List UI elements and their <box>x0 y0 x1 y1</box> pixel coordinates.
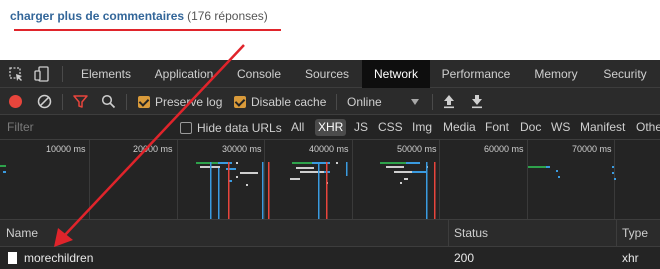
hide-data-urls-checkbox[interactable]: Hide data URLs <box>180 115 282 140</box>
document-icon <box>8 252 17 264</box>
throttling-select[interactable]: Online <box>347 88 425 115</box>
filter-type-media[interactable]: Media <box>443 119 476 136</box>
filter-type-ws[interactable]: WS <box>551 119 570 136</box>
disable-cache-label: Disable cache <box>251 94 327 109</box>
column-header-name[interactable]: Name <box>6 220 38 247</box>
preserve-log-label: Preserve log <box>155 94 223 109</box>
dropdown-arrow-icon <box>411 99 419 105</box>
filter-type-other[interactable]: Other <box>636 119 660 136</box>
toolbar-separator <box>62 94 63 110</box>
checkbox-checked-icon <box>234 95 246 108</box>
request-type: xhr <box>622 251 639 265</box>
network-toolbar: Preserve log Disable cache Online <box>0 88 660 115</box>
filter-icon[interactable] <box>73 94 88 109</box>
tab-network[interactable]: Network <box>362 60 430 88</box>
tabbar-divider <box>62 66 63 82</box>
page-content: charger plus de commentaires (176 réponse… <box>0 0 660 60</box>
devtools-panel: Elements Application Console Sources Net… <box>0 60 660 269</box>
filter-type-css[interactable]: CSS <box>378 119 403 136</box>
toolbar-separator <box>126 94 127 110</box>
column-header-status[interactable]: Status <box>454 220 488 247</box>
disable-cache-checkbox[interactable]: Disable cache <box>234 88 326 115</box>
checkbox-unchecked-icon <box>180 121 192 134</box>
filter-type-all[interactable]: All <box>291 119 304 136</box>
request-waterfall-overview <box>0 162 616 219</box>
request-status: 200 <box>454 251 475 265</box>
tab-performance[interactable]: Performance <box>436 60 516 88</box>
tab-memory[interactable]: Memory <box>527 60 585 88</box>
filter-type-js[interactable]: JS <box>354 119 368 136</box>
table-row[interactable]: morechildren 200 xhr <box>0 247 660 269</box>
export-har-icon[interactable] <box>470 94 484 109</box>
filter-type-font[interactable]: Font <box>485 119 509 136</box>
tab-console[interactable]: Console <box>228 60 290 88</box>
tab-elements[interactable]: Elements <box>70 60 142 88</box>
device-toolbar-icon[interactable] <box>34 66 50 82</box>
column-header-type[interactable]: Type <box>622 220 648 247</box>
search-icon[interactable] <box>101 94 116 109</box>
filter-type-manifest[interactable]: Manifest <box>580 119 625 136</box>
filter-input[interactable]: Filter <box>0 115 170 140</box>
inspect-element-icon[interactable] <box>8 66 24 82</box>
hide-data-urls-label: Hide data URLs <box>197 120 282 135</box>
filter-type-img[interactable]: Img <box>412 119 432 136</box>
toolbar-separator <box>336 94 337 110</box>
load-more-link[interactable]: charger plus de commentaires <box>10 9 184 23</box>
checkbox-checked-icon <box>138 95 150 108</box>
tab-sources[interactable]: Sources <box>298 60 356 88</box>
filter-type-doc[interactable]: Doc <box>520 119 541 136</box>
load-more-comments: charger plus de commentaires (176 réponse… <box>10 9 268 23</box>
filter-type-xhr[interactable]: XHR <box>315 119 347 136</box>
request-name-cell: morechildren <box>8 247 93 269</box>
devtools-tabbar: Elements Application Console Sources Net… <box>0 60 660 88</box>
filter-bar: Filter Hide data URLs All XHR JS CSS Img… <box>0 115 660 140</box>
tab-application[interactable]: Application <box>147 60 221 88</box>
annotation-underline <box>14 29 281 31</box>
clear-icon[interactable] <box>37 94 52 109</box>
reply-count: (176 réponses) <box>187 9 268 23</box>
request-table-header: Name Status Type <box>0 220 660 269</box>
request-name: morechildren <box>24 251 94 265</box>
toolbar-separator <box>432 94 433 110</box>
network-overview-timeline[interactable]: 10000 ms 20000 ms 30000 ms 40000 ms 5000… <box>0 140 660 220</box>
tab-security[interactable]: Security <box>596 60 654 88</box>
import-har-icon[interactable] <box>442 94 456 109</box>
record-button[interactable] <box>9 95 22 108</box>
throttling-value: Online <box>347 94 382 109</box>
preserve-log-checkbox[interactable]: Preserve log <box>138 88 222 115</box>
